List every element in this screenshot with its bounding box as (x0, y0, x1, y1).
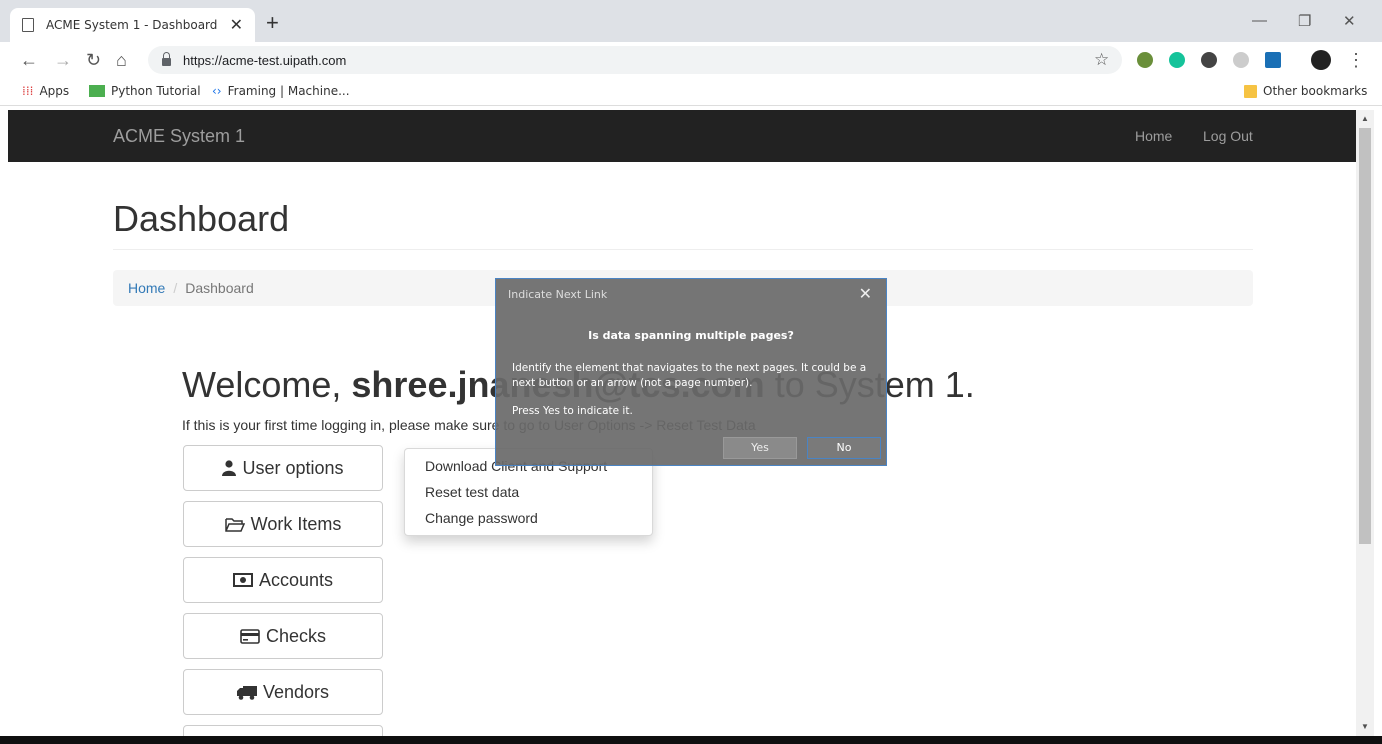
bookmark-other[interactable]: Other bookmarks (1244, 84, 1367, 98)
scrollbar-thumb[interactable] (1359, 128, 1371, 544)
url-text: https://acme-test.uipath.com (183, 52, 347, 68)
bookmark-apps[interactable]: ⁞⁞⁞ Apps (22, 84, 69, 98)
back-icon[interactable]: ← (20, 50, 38, 70)
browser-tab[interactable]: ACME System 1 - Dashboard ✕ (10, 8, 255, 42)
home-icon[interactable]: ⌂ (116, 50, 127, 70)
scroll-down-icon[interactable]: ▼ (1361, 722, 1369, 731)
apps-grid-icon: ⁞⁞⁞ (22, 84, 34, 98)
bookmark-framing[interactable]: ‹› Framing | Machine... (212, 84, 350, 98)
page-title: Dashboard (113, 198, 290, 239)
credit-card-icon (240, 628, 260, 644)
divider (113, 249, 1253, 250)
work-items-button[interactable]: Work Items (183, 501, 383, 547)
accounts-button[interactable]: Accounts (183, 557, 383, 603)
dialog-title: Indicate Next Link (508, 288, 608, 301)
forward-icon[interactable]: → (54, 50, 72, 70)
menu-kebab-icon[interactable]: ⋮ (1347, 50, 1365, 70)
indicate-next-link-dialog: Indicate Next Link ✕ Is data spanning mu… (495, 278, 887, 466)
restore-icon[interactable]: ❐ (1298, 12, 1311, 30)
browser-toolbar: ← → ↻ ⌂ https://acme-test.uipath.com ☆ ⋮ (0, 42, 1382, 78)
bookmark-python-tutorial[interactable]: Python Tutorial (89, 84, 201, 98)
folder-icon (1244, 84, 1257, 98)
close-window-icon[interactable]: ✕ (1343, 12, 1356, 30)
profile-avatar[interactable] (1311, 50, 1331, 70)
new-tab-icon[interactable]: + (266, 12, 279, 34)
minimize-icon[interactable]: — (1252, 12, 1267, 29)
bookmarks-bar: ⁞⁞⁞ Apps Python Tutorial ‹› Framing | Ma… (0, 78, 1382, 106)
reload-icon[interactable]: ↻ (86, 50, 101, 70)
dialog-close-icon[interactable]: ✕ (859, 284, 872, 303)
welcome-prefix: Welcome, (182, 364, 342, 405)
bookmark-star-icon[interactable]: ☆ (1094, 50, 1109, 70)
bookmark-label: Python Tutorial (111, 84, 201, 98)
dialog-body: Identify the element that navigates to t… (512, 362, 867, 389)
user-options-button[interactable]: User options (183, 445, 383, 491)
user-icon (222, 460, 237, 476)
no-button[interactable]: No (807, 437, 881, 459)
button-label: Vendors (262, 681, 330, 702)
nav-home-link[interactable]: Home (1135, 128, 1172, 144)
next-menu-button[interactable] (183, 725, 383, 736)
extension-icon[interactable] (1137, 52, 1153, 68)
breadcrumb-home[interactable]: Home (128, 280, 165, 296)
browser-tab-bar: ACME System 1 - Dashboard ✕ + — ❐ ✕ (0, 0, 1382, 42)
button-label: Work Items (250, 513, 342, 534)
uipath-extension-icon[interactable] (1265, 52, 1281, 68)
button-label: User options (242, 457, 344, 478)
grammarly-icon[interactable] (1169, 52, 1185, 68)
os-taskbar (0, 736, 1382, 744)
bookmark-label: Framing | Machine... (227, 84, 350, 98)
menu-item-reset-test-data[interactable]: Reset test data (405, 480, 652, 506)
site-navbar: ACME System 1 Home Log Out (8, 110, 1356, 162)
yes-button[interactable]: Yes (723, 437, 797, 459)
page-icon (22, 18, 34, 32)
extension-circle-icon[interactable] (1233, 52, 1249, 68)
extension-w-icon[interactable] (1201, 52, 1217, 68)
w3schools-icon (89, 85, 105, 97)
lock-icon (162, 52, 171, 66)
scroll-up-icon[interactable]: ▲ (1361, 114, 1369, 123)
checks-button[interactable]: Checks (183, 613, 383, 659)
bookmark-label: Apps (39, 84, 70, 98)
bookmark-label: Other bookmarks (1263, 84, 1368, 98)
code-icon: ‹› (212, 84, 222, 98)
button-label: Checks (265, 625, 327, 646)
site-brand[interactable]: ACME System 1 (113, 126, 245, 147)
button-label: Accounts (258, 569, 334, 590)
close-tab-icon[interactable]: ✕ (230, 15, 243, 35)
truck-icon (236, 685, 257, 700)
vertical-scrollbar[interactable]: ▲ ▼ (1356, 110, 1374, 736)
tab-title: ACME System 1 - Dashboard (46, 18, 218, 32)
menu-item-change-password[interactable]: Change password (405, 506, 652, 532)
vendors-button[interactable]: Vendors (183, 669, 383, 715)
address-bar[interactable]: https://acme-test.uipath.com (148, 46, 1122, 74)
breadcrumb-current: Dashboard (185, 280, 254, 296)
folder-open-icon (224, 517, 245, 532)
dialog-question: Is data spanning multiple pages? (588, 329, 794, 342)
dialog-hint: Press Yes to indicate it. (512, 405, 633, 417)
nav-logout-link[interactable]: Log Out (1203, 128, 1253, 144)
breadcrumb-separator: / (173, 280, 178, 296)
money-icon (232, 573, 253, 587)
